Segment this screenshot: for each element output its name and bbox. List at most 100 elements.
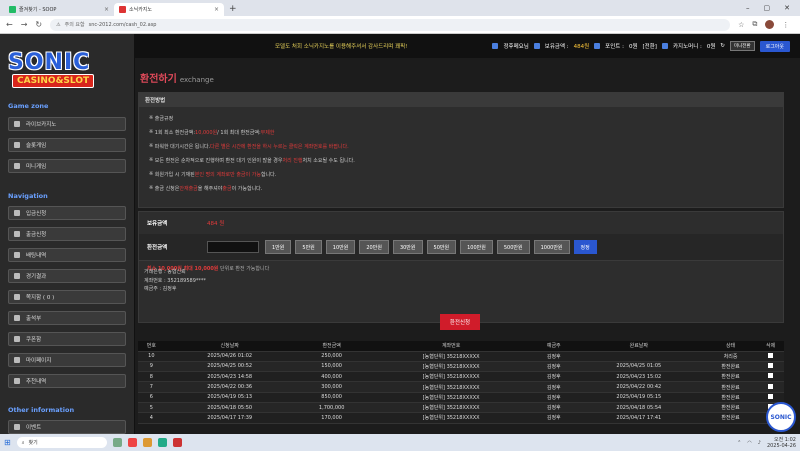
coupon-icon xyxy=(14,336,20,342)
table-cell: 환전완료 xyxy=(703,381,758,393)
table-cell: 2025/04/22 00:36 xyxy=(164,381,295,393)
floating-logo-badge[interactable]: SONIC xyxy=(766,402,796,432)
logout-button[interactable]: 로그아웃 xyxy=(759,40,790,52)
amount-200k-button[interactable]: 20만원 xyxy=(359,240,389,254)
maximize-icon[interactable]: ▢ xyxy=(764,4,771,12)
refresh-icon[interactable]: ↻ xyxy=(720,43,725,49)
amount-300k-button[interactable]: 30만원 xyxy=(392,240,423,254)
rule-item: ※ 출금 신청은 안재출금 을 해주셔야 출금 이 가능합니다. xyxy=(149,185,263,192)
sidebar-item-withdraw[interactable]: 출금신청 xyxy=(8,227,126,241)
table-cell: 김정후 xyxy=(533,371,574,383)
exchange-history-table: 번호 신청날짜 환전금액 계좌번호 예금주 완료날짜 상태 삭제 10 2025/… xyxy=(138,341,784,424)
sidebar-item-label: 마이페이지 xyxy=(26,358,52,364)
sidebar-item-bet-history[interactable]: 배팅내역 xyxy=(8,248,126,262)
volume-icon[interactable]: ♪ xyxy=(758,440,761,446)
note-gray: 단위로 환전 가능합니다 xyxy=(220,266,270,272)
amount-100k-button[interactable]: 10만원 xyxy=(325,240,356,254)
table-cell: [농협단위] 35218XXXXX xyxy=(368,371,534,383)
clock[interactable]: 오전 1:02 2025-04-26 xyxy=(767,437,796,449)
delete-checkbox[interactable] xyxy=(768,393,774,399)
new-tab-icon[interactable]: + xyxy=(224,3,242,16)
search-icon: ⌕ xyxy=(21,439,25,446)
amount-row: 환전금액 1만원 5만원 10만원 20만원 30만원 50만원 100만원 5… xyxy=(139,234,783,260)
casino-money-icon xyxy=(661,43,668,49)
table-cell: 환전완료 xyxy=(703,402,758,414)
menu-icon[interactable]: ⋮ xyxy=(782,21,789,29)
chevron-up-icon[interactable]: ⌃ xyxy=(737,440,741,446)
sidebar-item-label: 출금신청 xyxy=(26,232,47,238)
app-icon[interactable] xyxy=(157,438,167,447)
sidebar-item-slot[interactable]: 슬롯게임 xyxy=(8,138,126,152)
amount-500k-button[interactable]: 50만원 xyxy=(426,240,457,254)
username: 정후메요님 xyxy=(503,44,529,50)
point-convert-button[interactable]: [전환] xyxy=(643,42,657,50)
apply-exchange-button[interactable]: 환전신청 xyxy=(440,314,480,330)
col-no: 번호 xyxy=(138,341,165,352)
sidebar-item-label: 이벤트 xyxy=(26,425,42,431)
back-icon[interactable]: ← xyxy=(6,20,13,29)
delete-checkbox[interactable] xyxy=(768,352,774,358)
amount-5m-button[interactable]: 500만원 xyxy=(496,240,530,254)
table-row: 4 2025/04/17 17:39 170,000 [농협단위] 35218XXXX… xyxy=(138,412,784,424)
rule-item: ※ 출금규정 xyxy=(149,115,174,122)
table-cell: 김정후 xyxy=(533,402,574,414)
message-icon xyxy=(14,294,20,300)
sidebar-item-referral[interactable]: 추천내역 xyxy=(8,374,126,388)
table-cell: 850,000 xyxy=(294,392,369,403)
browser-tab-2[interactable]: 소닉카지노 × xyxy=(114,3,224,16)
tab-close-icon[interactable]: × xyxy=(104,6,109,13)
sidebar-item-attendance[interactable]: 출석부 xyxy=(8,311,126,325)
live-casino-icon xyxy=(14,121,20,127)
col-delete: 삭제 xyxy=(757,341,784,352)
url-text: snc-2012.com/cash_02.asp xyxy=(88,21,157,28)
sidebar-item-live-casino[interactable]: 라이브카지노 xyxy=(8,117,126,131)
forward-icon[interactable]: → xyxy=(21,20,28,29)
sidebar-item-event[interactable]: 이벤트 xyxy=(8,420,126,434)
table-cell: [농협단위] 35218XXXXX xyxy=(368,361,534,373)
wifi-icon[interactable]: ◠ xyxy=(747,440,751,446)
browser-tab-1[interactable]: 즐겨찾기 - SOOP × xyxy=(4,3,114,16)
os-taskbar: ⊞ ⌕ 찾기 ⌃ ◠ ♪ 오전 1:02 2025-04-26 xyxy=(0,434,800,451)
mini-convert-button[interactable]: 미니전환 xyxy=(730,41,755,51)
sidebar-item-coupon[interactable]: 쿠폰함 xyxy=(8,332,126,346)
amount-10m-button[interactable]: 1000만원 xyxy=(533,240,570,254)
sidebar-item-results[interactable]: 경기결과 xyxy=(8,269,126,283)
site-logo[interactable]: SONIC CASINO&SLOT xyxy=(8,52,108,92)
table-cell: 4 xyxy=(138,412,165,424)
reset-button[interactable]: 정정 xyxy=(573,240,597,254)
amount-50k-button[interactable]: 5만원 xyxy=(295,240,322,254)
amount-input[interactable] xyxy=(207,241,259,253)
chrome-icon[interactable] xyxy=(127,438,137,447)
rule-item: ※ 모든 환전은 순차적으로 진행하며 환전 대기 인원이 많을 경우 처리 진… xyxy=(149,157,355,164)
delete-cell xyxy=(757,392,784,403)
rules-heading: 환전방법 xyxy=(139,93,783,107)
sidebar-item-messages[interactable]: 쪽지함 ( 0 ) xyxy=(8,290,126,304)
delete-checkbox[interactable] xyxy=(768,383,774,389)
page-title: 환전하기 exchange xyxy=(140,70,214,85)
start-icon[interactable]: ⊞ xyxy=(4,438,11,447)
extensions-icon[interactable]: ⧉ xyxy=(752,20,757,29)
bookmark-star-icon[interactable]: ☆ xyxy=(738,21,744,29)
amount-10k-button[interactable]: 1만원 xyxy=(265,240,292,254)
reload-icon[interactable]: ↻ xyxy=(35,20,42,29)
profile-avatar[interactable] xyxy=(765,20,775,29)
rule-item: ※ 파워한 대기시간은 됩니다. 다른 별은 시간에 환전을 하시 누르는 클릭… xyxy=(149,143,349,150)
close-window-icon[interactable]: ✕ xyxy=(784,4,790,12)
minimize-icon[interactable]: – xyxy=(746,4,750,12)
amount-1m-button[interactable]: 100만원 xyxy=(460,240,493,254)
sidebar-item-mypage[interactable]: 마이페이지 xyxy=(8,353,126,367)
logo-main: SONIC xyxy=(8,50,91,75)
delete-checkbox[interactable] xyxy=(768,362,774,368)
section-game-zone: Game zone xyxy=(8,102,49,110)
taskbar-search[interactable]: ⌕ 찾기 xyxy=(16,437,107,448)
col-holder: 예금주 xyxy=(533,341,574,352)
table-cell: 환전완료 xyxy=(703,392,758,403)
table-cell: [농협단위] 35218XXXXX xyxy=(368,402,534,414)
app-icon[interactable] xyxy=(172,438,182,447)
url-field[interactable]: ⚠ 주의 요함 snc-2012.com/cash_02.asp xyxy=(50,18,731,31)
sidebar-item-mini-game[interactable]: 미니게임 xyxy=(8,159,126,173)
sidebar-item-deposit[interactable]: 입금신청 xyxy=(8,206,126,220)
tab-close-icon[interactable]: × xyxy=(214,6,219,13)
folder-icon[interactable] xyxy=(142,438,152,447)
delete-checkbox[interactable] xyxy=(768,373,774,379)
